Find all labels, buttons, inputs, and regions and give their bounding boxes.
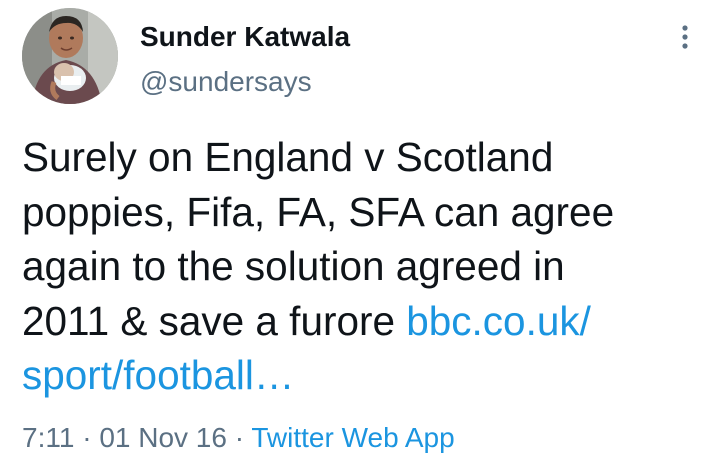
more-vertical-icon bbox=[682, 25, 688, 49]
tweet-source-link[interactable]: Twitter Web App bbox=[251, 422, 454, 453]
tweet-text-line: Surely on England v Scotland bbox=[22, 134, 554, 180]
tweet-card: Sunder Katwala @sundersays Surely on Eng… bbox=[0, 0, 720, 472]
tweet-link-part-1[interactable]: bbc.co.uk/ bbox=[406, 298, 591, 344]
avatar[interactable] bbox=[22, 8, 118, 104]
tweet-text-segment: 2011 & save a furore bbox=[22, 297, 407, 344]
tweet-link-part-2[interactable]: sport/football… bbox=[22, 352, 294, 398]
avatar-photo bbox=[22, 8, 118, 104]
author-handle[interactable]: @sundersays bbox=[140, 64, 312, 100]
more-options-button[interactable] bbox=[668, 20, 702, 54]
tweet-text-line: sport/football… bbox=[22, 348, 702, 403]
author-display-name[interactable]: Sunder Katwala bbox=[140, 19, 350, 55]
tweet-meta: 7:11 · 01 Nov 16 · Twitter Web App bbox=[22, 420, 455, 456]
tweet-text-line: poppies, Fifa, FA, SFA can agree bbox=[22, 188, 615, 235]
meta-separator: · bbox=[234, 422, 245, 453]
tweet-text: Surely on England v Scotland poppies, Fi… bbox=[22, 130, 702, 403]
tweet-text-line: again to the solution agreed in bbox=[22, 243, 565, 289]
meta-separator: · bbox=[82, 422, 92, 453]
tweet-text-line: 2011 & save a furore bbc.co.uk/ bbox=[22, 294, 702, 349]
tweet-date[interactable]: 01 Nov 16 bbox=[99, 422, 227, 453]
tweet-time[interactable]: 7:11 bbox=[22, 422, 74, 453]
